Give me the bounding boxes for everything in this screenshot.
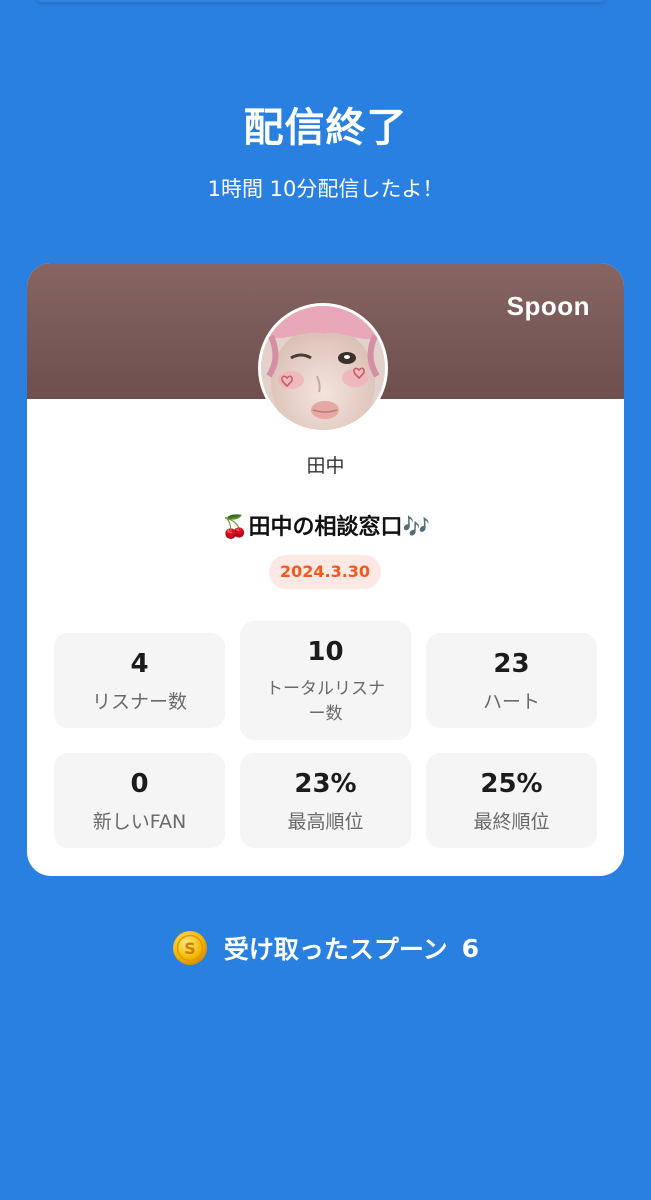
page-title: 配信終了 bbox=[243, 105, 408, 151]
stat-new-fans: 0 新しいFAN bbox=[54, 753, 225, 848]
svg-text:S: S bbox=[184, 939, 196, 958]
stat-label: トータルリスナー数 bbox=[266, 679, 385, 724]
received-spoons: S 受け取ったスプーン 6 bbox=[0, 930, 651, 974]
stat-highest-rank: 23% 最高順位 bbox=[240, 753, 411, 848]
top-sheet-edge bbox=[36, 0, 606, 2]
stat-label: 最高順位 bbox=[287, 811, 364, 833]
stat-value: 25% bbox=[480, 769, 543, 799]
stat-hearts: 23 ハート bbox=[426, 633, 597, 728]
broadcast-summary-card: Spoon 田中 🍒田中の相談窓口🎶 2024.3.30 4 リスナー数 10 … bbox=[27, 263, 624, 876]
stat-value: 4 bbox=[130, 649, 149, 679]
live-title: 🍒田中の相談窓口🎶 bbox=[221, 515, 430, 540]
spoon-logo: Spoon bbox=[506, 291, 590, 321]
avatar[interactable] bbox=[258, 303, 388, 433]
spoons-label: 受け取ったスプーン bbox=[223, 935, 448, 964]
coin-icon: S bbox=[172, 931, 207, 965]
stat-value: 0 bbox=[130, 769, 149, 799]
stat-value: 23% bbox=[294, 769, 357, 799]
stat-label: 最終順位 bbox=[473, 811, 550, 833]
stat-value: 23 bbox=[493, 649, 530, 679]
stat-label: リスナー数 bbox=[91, 691, 187, 713]
stat-value: 10 bbox=[307, 637, 344, 667]
stat-label: 新しいFAN bbox=[92, 811, 187, 833]
stat-total-listeners: 10 トータルリスナー数 bbox=[240, 621, 411, 740]
avatar-image bbox=[261, 306, 385, 430]
stat-final-rank: 25% 最終順位 bbox=[426, 753, 597, 848]
broadcast-duration: 1時間 10分配信したよ！ bbox=[207, 177, 444, 201]
spoons-count: 6 bbox=[461, 933, 480, 963]
stat-label: ハート bbox=[482, 691, 540, 713]
host-nickname: 田中 bbox=[306, 455, 345, 477]
date-badge: 2024.3.30 bbox=[269, 555, 381, 589]
stat-listeners: 4 リスナー数 bbox=[54, 633, 225, 728]
